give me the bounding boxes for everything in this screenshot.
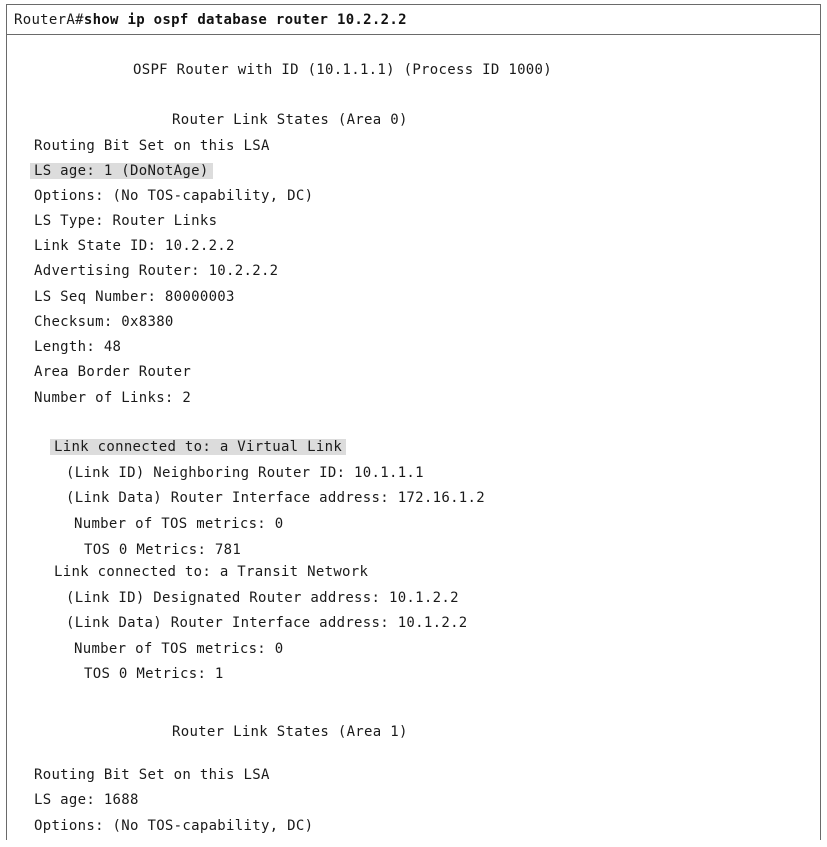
link2-tos-count: Number of TOS metrics: 0 [74,641,284,657]
area0-length: Length: 48 [34,339,122,355]
link2-link-data: (Link Data) Router Interface address: 10… [66,615,468,631]
area0-num-links: Number of Links: 2 [34,390,192,406]
area1-ls-age: LS age: 1688 [34,792,139,808]
area0-link-state-id: Link State ID: 10.2.2.2 [34,238,235,254]
link1-link-data: (Link Data) Router Interface address: 17… [66,490,485,506]
ls-age-highlight: LS age: 1 (DoNotAge) [30,163,213,179]
link2-link-id: (Link ID) Designated Router address: 10.… [66,590,459,606]
link1-link-id: (Link ID) Neighboring Router ID: 10.1.1.… [66,465,424,481]
link1-tos-metric: TOS 0 Metrics: 781 [84,542,242,558]
command-separator [6,34,821,35]
link2-connected: Link connected to: a Transit Network [54,564,369,580]
command-text: show ip ospf database router 10.2.2.2 [83,12,407,28]
area0-options: Options: (No TOS-capability, DC) [34,188,314,204]
area0-title: Router Link States (Area 0) [172,112,408,128]
area1-title: Router Link States (Area 1) [172,724,408,740]
area0-seq: LS Seq Number: 80000003 [34,289,235,305]
area0-routing-bit: Routing Bit Set on this LSA [34,138,270,154]
virtual-link-highlight: Link connected to: a Virtual Link [50,439,347,455]
output-frame [6,4,821,840]
area0-adv-router: Advertising Router: 10.2.2.2 [34,263,279,279]
area1-options: Options: (No TOS-capability, DC) [34,818,314,834]
area0-checksum: Checksum: 0x8380 [34,314,174,330]
link1-connected: Link connected to: a Virtual Link [50,437,347,457]
area0-abr: Area Border Router [34,364,192,380]
prompt: RouterA# [14,12,84,28]
link2-tos-metric: TOS 0 Metrics: 1 [84,666,224,682]
area0-ls-type: LS Type: Router Links [34,213,218,229]
ospf-header: OSPF Router with ID (10.1.1.1) (Process … [133,62,552,78]
command-line: RouterA#show ip ospf database router 10.… [14,10,407,30]
area0-ls-age: LS age: 1 (DoNotAge) [30,161,213,181]
area1-routing-bit: Routing Bit Set on this LSA [34,767,270,783]
link1-tos-count: Number of TOS metrics: 0 [74,516,284,532]
